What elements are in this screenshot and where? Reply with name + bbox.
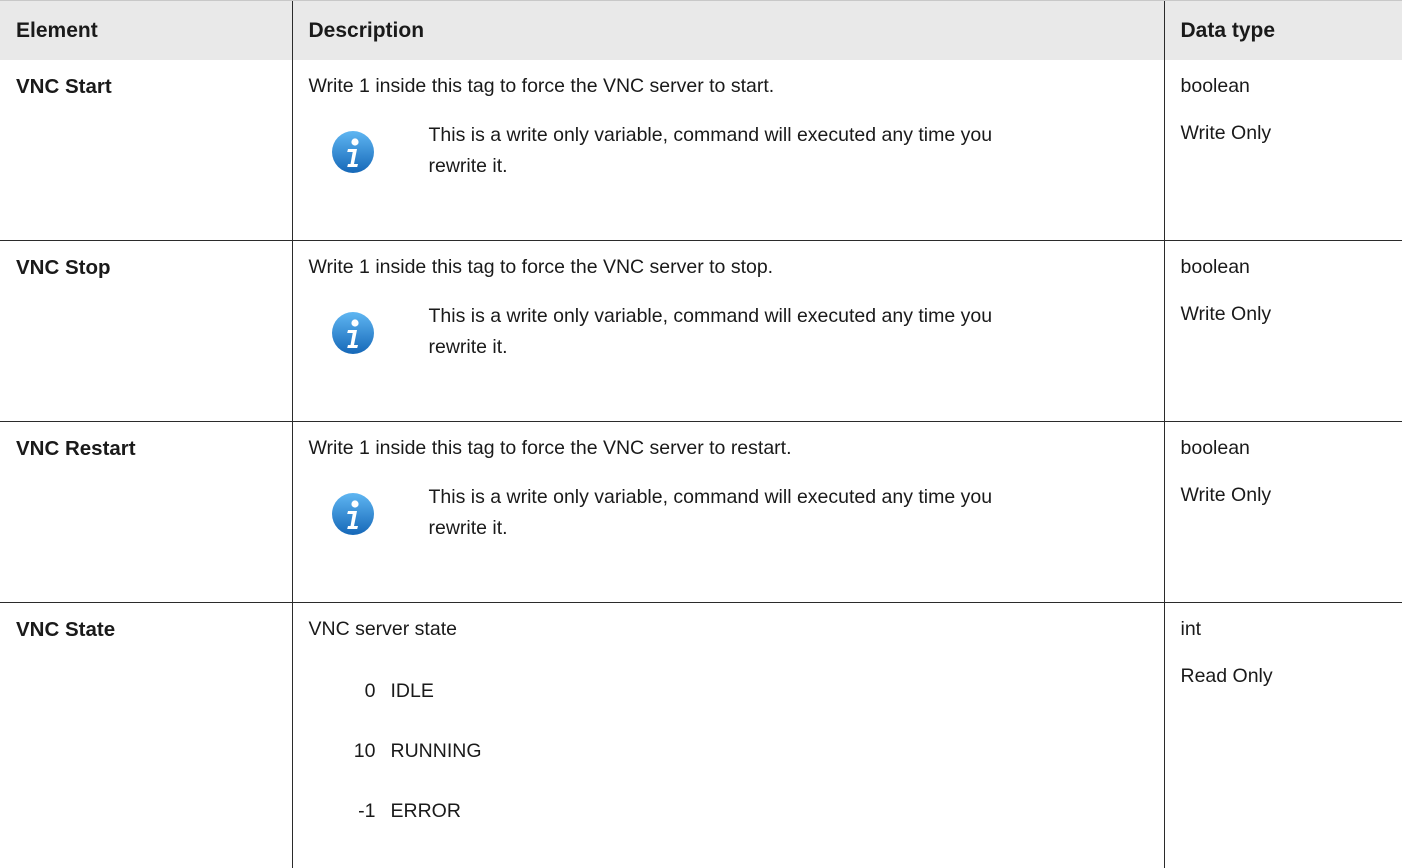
table-header-row: Element Description Data type	[0, 1, 1402, 61]
note-text: This is a write only variable, command w…	[429, 301, 1029, 363]
description-cell: Write 1 inside this tag to force the VNC…	[292, 60, 1164, 241]
element-name: VNC Restart	[0, 422, 292, 603]
description-text: Write 1 inside this tag to force the VNC…	[309, 256, 1164, 279]
data-type: boolean	[1181, 60, 1402, 98]
table-row: VNC Stop Write 1 inside this tag to forc…	[0, 241, 1402, 422]
description-text: Write 1 inside this tag to force the VNC…	[309, 75, 1164, 98]
description-text: VNC server state	[309, 618, 1164, 641]
description-cell: Write 1 inside this tag to force the VNC…	[292, 241, 1164, 422]
state-list: 0 IDLE 10 RUNNING -1 ERROR	[309, 661, 1164, 841]
data-type: int	[1181, 603, 1402, 641]
tags-table: Element Description Data type VNC Start …	[0, 0, 1402, 868]
table-row: VNC Start Write 1 inside this tag to for…	[0, 60, 1402, 241]
info-icon	[331, 311, 375, 355]
info-note: This is a write only variable, command w…	[309, 482, 1164, 544]
description-cell: Write 1 inside this tag to force the VNC…	[292, 422, 1164, 603]
data-type-cell: boolean Write Only	[1164, 422, 1402, 603]
state-code: -1	[309, 800, 376, 823]
access-mode: Read Only	[1181, 641, 1402, 688]
access-mode: Write Only	[1181, 279, 1402, 326]
access-mode: Write Only	[1181, 98, 1402, 145]
header-data-type: Data type	[1164, 1, 1402, 61]
note-text: This is a write only variable, command w…	[429, 120, 1029, 182]
access-mode: Write Only	[1181, 460, 1402, 507]
header-element: Element	[0, 1, 292, 61]
info-note: This is a write only variable, command w…	[309, 120, 1164, 182]
data-type: boolean	[1181, 241, 1402, 279]
state-item: 10 RUNNING	[309, 721, 1164, 781]
state-item: -1 ERROR	[309, 781, 1164, 841]
state-name: IDLE	[391, 680, 434, 703]
state-code: 0	[309, 680, 376, 703]
element-name: VNC Stop	[0, 241, 292, 422]
state-name: ERROR	[391, 800, 461, 823]
element-name: VNC Start	[0, 60, 292, 241]
info-note: This is a write only variable, command w…	[309, 301, 1164, 363]
description-cell: VNC server state 0 IDLE 10 RUNNING -1 ER…	[292, 603, 1164, 868]
data-type-cell: boolean Write Only	[1164, 60, 1402, 241]
info-icon	[331, 492, 375, 536]
table-row: VNC State VNC server state 0 IDLE 10 RUN…	[0, 603, 1402, 868]
note-text: This is a write only variable, command w…	[429, 482, 1029, 544]
header-description: Description	[292, 1, 1164, 61]
data-type-cell: boolean Write Only	[1164, 241, 1402, 422]
state-name: RUNNING	[391, 740, 482, 763]
element-name: VNC State	[0, 603, 292, 868]
state-code: 10	[309, 740, 376, 763]
info-icon	[331, 130, 375, 174]
description-text: Write 1 inside this tag to force the VNC…	[309, 437, 1164, 460]
data-type-cell: int Read Only	[1164, 603, 1402, 868]
table-row: VNC Restart Write 1 inside this tag to f…	[0, 422, 1402, 603]
state-item: 0 IDLE	[309, 661, 1164, 721]
data-type: boolean	[1181, 422, 1402, 460]
